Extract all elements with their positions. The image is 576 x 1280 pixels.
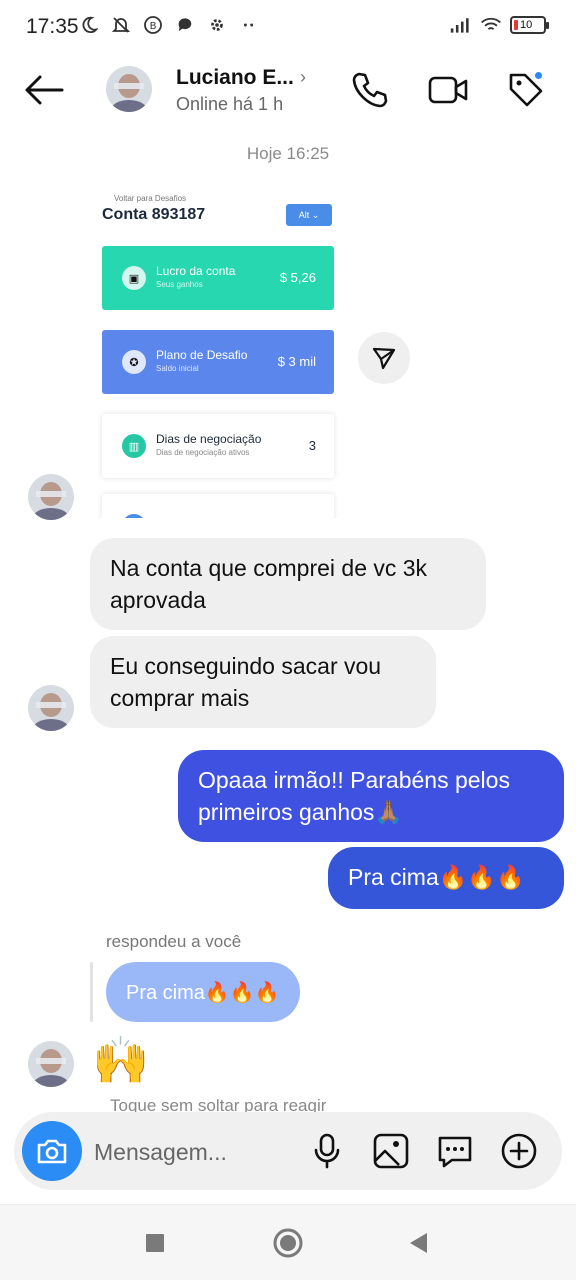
outgoing-message[interactable]: Pra cima🔥🔥🔥 <box>328 847 564 909</box>
camera-icon <box>37 1139 67 1164</box>
emoji-message[interactable]: 🙌 <box>92 1030 149 1090</box>
avatar[interactable] <box>28 1041 74 1087</box>
card-label: Dias de negociação <box>156 432 262 446</box>
shared-image[interactable]: Voltar para Desafios Conta 893187 Alt ⌄ … <box>90 188 346 518</box>
date-stamp: Hoje 16:25 <box>246 144 330 163</box>
home-button[interactable] <box>272 1227 304 1259</box>
bell-off-icon <box>110 14 132 36</box>
chevron-right-icon[interactable]: › <box>300 67 306 88</box>
contact-name[interactable]: Luciano E... <box>176 66 294 90</box>
chart-icon: ▥ <box>122 434 146 458</box>
chat-bubble-icon <box>438 1136 472 1168</box>
quoted-message[interactable]: Pra cima🔥🔥🔥 <box>106 962 300 1022</box>
tag-button[interactable] <box>504 68 548 112</box>
card-value: 3 <box>308 438 316 453</box>
more-options-button[interactable] <box>498 1130 540 1172</box>
chat-header: Luciano E... › Online há 1 h <box>0 56 576 126</box>
plus-circle-icon <box>501 1133 537 1169</box>
more-dots-icon <box>238 14 260 36</box>
settings-icon <box>206 14 228 36</box>
signal-icon <box>450 14 472 36</box>
video-camera-icon <box>428 76 468 104</box>
recents-button[interactable] <box>139 1227 171 1259</box>
avatar[interactable] <box>106 66 152 112</box>
image-alt-label: Alt <box>298 210 310 220</box>
triangle-back-icon <box>410 1233 427 1253</box>
card-sub: Seus ganhos <box>156 280 203 289</box>
home-circle-icon <box>273 1228 303 1258</box>
share-button[interactable] <box>358 332 410 384</box>
card-sub: Saldo inicial <box>156 364 199 373</box>
status-time: 17:35 <box>26 15 79 38</box>
back-nav-button[interactable] <box>402 1227 434 1259</box>
avatar[interactable] <box>28 685 74 731</box>
badge-icon: ✪ <box>122 350 146 374</box>
wallet-icon: ▣ <box>122 266 146 290</box>
reply-label: respondeu a você <box>106 932 242 951</box>
incoming-message[interactable]: Na conta que comprei de vc 3k aprovada <box>90 538 486 630</box>
notification-dot <box>533 70 544 81</box>
reply-bar <box>90 962 93 1022</box>
svg-text:B: B <box>150 21 157 32</box>
card-value: $ 5,26 <box>279 270 316 285</box>
message-composer <box>14 1112 562 1190</box>
square-icon <box>146 1234 164 1252</box>
image-card-plan: ✪ Plano de Desafio Saldo inicial $ 3 mil <box>102 330 334 394</box>
image-card-partial <box>102 494 334 518</box>
camera-button[interactable] <box>22 1121 82 1181</box>
outgoing-message[interactable]: Opaaa irmão!! Parabéns pelos primeiros g… <box>178 750 564 842</box>
wifi-icon <box>480 14 502 36</box>
moon-icon <box>78 14 100 36</box>
avatar[interactable] <box>28 474 74 520</box>
image-icon <box>373 1133 409 1169</box>
video-call-button[interactable] <box>426 68 470 112</box>
image-card-profit: ▣ Lucro da conta Seus ganhos $ 5,26 <box>102 246 334 310</box>
reaction-hint: Toque sem soltar para reagir <box>110 1096 327 1112</box>
status-bar: 17:35 B 10 <box>0 0 576 56</box>
system-navigation-bar <box>0 1204 576 1280</box>
contact-status: Online há 1 h <box>176 94 284 114</box>
image-card-days: ▥ Dias de negociação Dias de negociação … <box>102 414 334 478</box>
image-back-text: Voltar para Desafios <box>114 194 187 203</box>
battery-indicator: 10 <box>510 16 549 34</box>
send-icon <box>372 347 396 370</box>
b-app-icon: B <box>142 14 164 36</box>
chat-app-icon <box>174 14 196 36</box>
image-account-title: Conta 893187 <box>102 206 206 223</box>
call-button[interactable] <box>348 68 392 112</box>
gallery-button[interactable] <box>370 1130 412 1172</box>
microphone-icon <box>314 1133 340 1169</box>
phone-icon <box>352 72 388 108</box>
message-input[interactable] <box>94 1132 294 1172</box>
arrow-left-icon <box>25 75 64 105</box>
card-sub: Dias de negociação ativos <box>156 448 250 457</box>
back-button[interactable] <box>22 70 66 110</box>
card-value: $ 3 mil <box>277 354 316 369</box>
card-label: Plano de Desafio <box>156 348 248 362</box>
image-alt-button: Alt ⌄ <box>286 204 332 226</box>
incoming-message[interactable]: Eu conseguindo sacar vou comprar mais <box>90 636 436 728</box>
battery-level: 10 <box>520 19 533 31</box>
sticker-button[interactable] <box>434 1130 476 1172</box>
voice-message-button[interactable] <box>306 1130 348 1172</box>
card-label: Lucro da conta <box>156 264 236 278</box>
card-circle-icon <box>122 514 146 518</box>
